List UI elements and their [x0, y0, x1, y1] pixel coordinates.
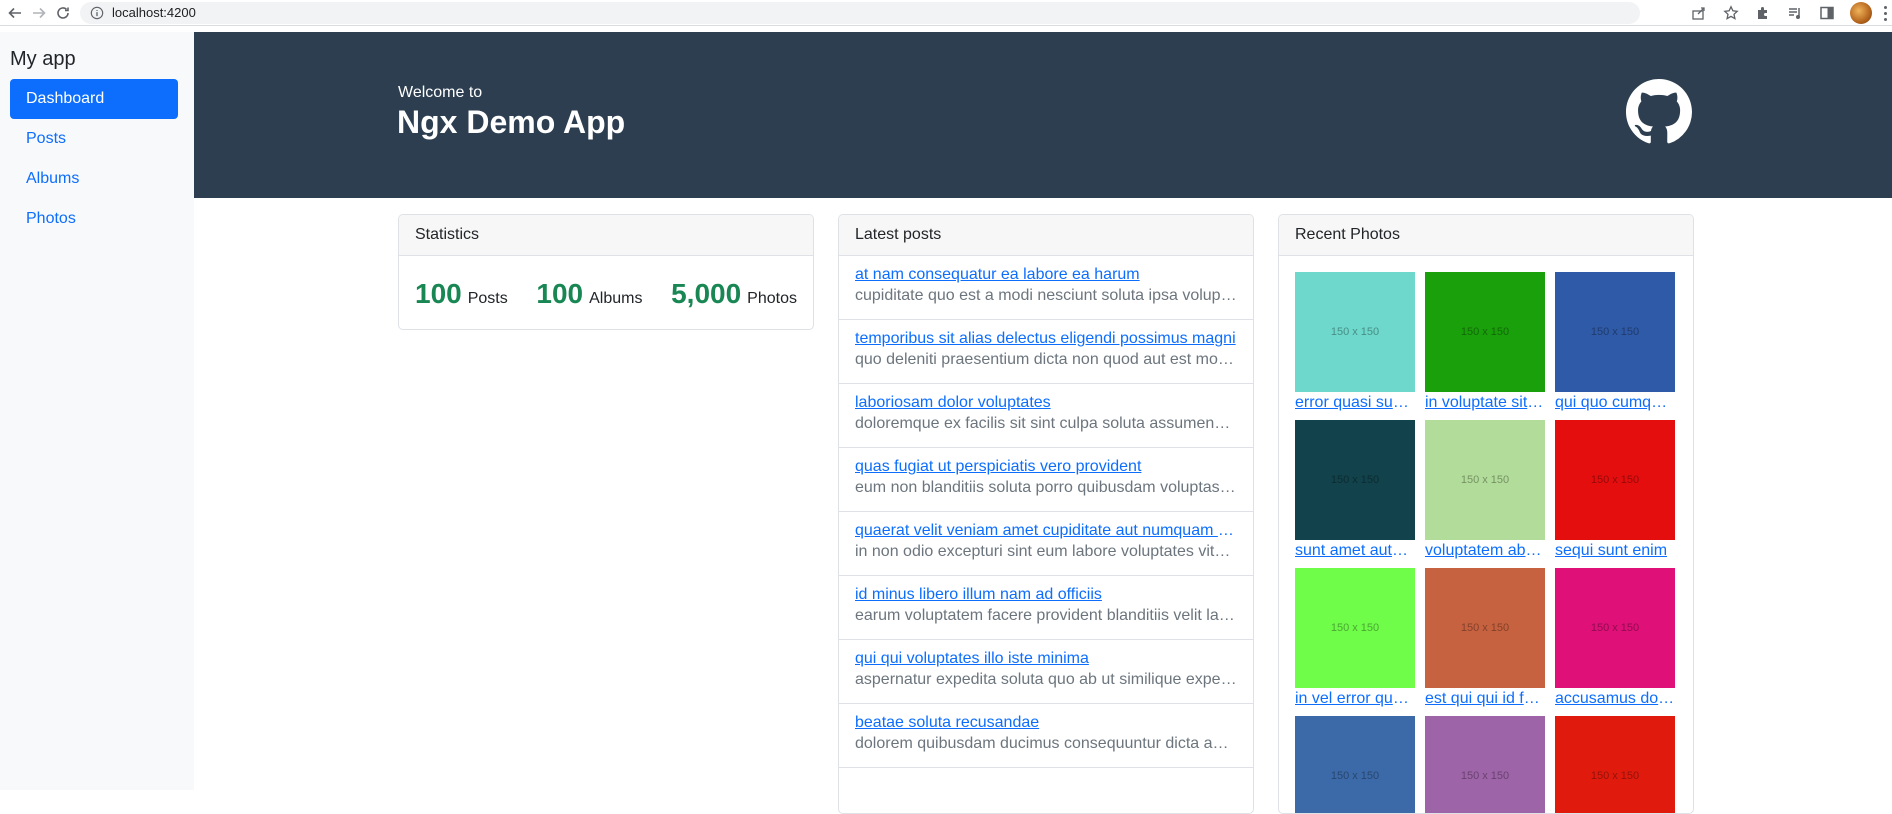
post-title-link[interactable]: at nam consequatur ea labore ea harum [855, 256, 1237, 284]
sidebar: My app Dashboard Posts Albums Photos [0, 32, 194, 790]
statistics-body: 100 Posts 100 Albums 5,000 Photos [399, 256, 813, 310]
photo-tile: 150 x 150 sunt amet autem quibusdam [1295, 420, 1415, 560]
list-item: at nam consequatur ea labore ea harum cu… [839, 256, 1253, 320]
post-excerpt: aspernatur expedita soluta quo ab ut sim… [855, 671, 1237, 688]
photo-grid: 150 x 150 error quasi sunt cupiditate vol… [1279, 256, 1693, 813]
list-item: quas fugiat ut perspiciatis vero provide… [839, 448, 1253, 512]
photo-caption-link[interactable]: sequi sunt enim [1555, 542, 1675, 560]
browser-toolbar: localhost:4200 [0, 0, 1892, 26]
photo-thumbnail[interactable]: 150 x 150 [1555, 568, 1675, 688]
stat-albums-value: 100 [536, 278, 584, 309]
statistics-card: Statistics 100 Posts 100 Albums 5,000 Ph… [398, 214, 814, 330]
latest-posts-card: Latest posts at nam consequatur ea labor… [838, 214, 1254, 814]
side-panel-icon[interactable] [1818, 4, 1836, 22]
list-item: qui qui voluptates illo iste minima aspe… [839, 640, 1253, 704]
photo-thumbnail[interactable]: 150 x 150 [1425, 420, 1545, 540]
list-item: id minus libero illum nam ad officiis ea… [839, 576, 1253, 640]
list-item: beatae soluta recusandae dolorem quibusd… [839, 704, 1253, 768]
list-item: quaerat velit veniam amet cupiditate aut… [839, 512, 1253, 576]
recent-photos-header: Recent Photos [1279, 215, 1693, 256]
profile-avatar[interactable] [1850, 2, 1872, 24]
star-icon[interactable] [1722, 4, 1740, 22]
post-excerpt: doloremque ex facilis sit sint culpa sol… [855, 415, 1237, 432]
photo-caption-link[interactable]: accusamus dolores [1555, 690, 1675, 708]
post-title-link[interactable]: quaerat velit veniam amet cupiditate aut… [855, 512, 1237, 540]
reload-icon[interactable] [54, 4, 72, 22]
photo-thumbnail[interactable]: 150 x 150 [1555, 716, 1675, 813]
hero-banner: Welcome to Ngx Demo App [194, 32, 1892, 198]
photo-thumbnail[interactable]: 150 x 150 [1425, 716, 1545, 813]
stat-posts-value: 100 [415, 278, 462, 309]
recent-photos-card: Recent Photos 150 x 150 error quasi sunt … [1278, 214, 1694, 814]
post-title-link[interactable]: temporibus sit alias delectus eligendi p… [855, 320, 1237, 348]
photo-thumbnail[interactable]: 150 x 150 [1295, 716, 1415, 813]
back-arrow-icon[interactable] [6, 4, 24, 22]
sidebar-item-posts[interactable]: Posts [10, 119, 178, 159]
list-item: temporibus sit alias delectus eligendi p… [839, 320, 1253, 384]
photo-thumbnail[interactable]: 150 x 150 [1425, 568, 1545, 688]
photo-caption-link[interactable]: est qui qui id facilis [1425, 690, 1545, 708]
photo-caption-link[interactable]: voluptatem ab quisquam [1425, 542, 1545, 560]
sidebar-item-albums[interactable]: Albums [10, 159, 178, 199]
photo-tile: 150 x 150 in vel error quaerat [1295, 568, 1415, 708]
sidebar-item-photos[interactable]: Photos [10, 199, 178, 239]
post-excerpt: in non odio excepturi sint eum labore vo… [855, 543, 1237, 560]
browser-menu-icon[interactable] [1882, 4, 1888, 22]
photo-tile: 150 x 150 voluptatem ab quisquam [1425, 420, 1545, 560]
post-excerpt: quo deleniti praesentium dicta non quod … [855, 351, 1237, 368]
sidebar-item-dashboard[interactable]: Dashboard [10, 79, 178, 119]
photo-tile: 150 x 150 error quasi sunt cupiditate vol… [1295, 272, 1415, 412]
post-excerpt: cupiditate quo est a modi nesciunt solut… [855, 287, 1237, 304]
share-icon[interactable] [1690, 4, 1708, 22]
latest-posts-header: Latest posts [839, 215, 1253, 256]
photo-thumbnail[interactable]: 150 x 150 [1295, 420, 1415, 540]
post-excerpt: dolorem quibusdam ducimus consequuntur d… [855, 735, 1237, 752]
address-bar[interactable]: localhost:4200 [80, 1, 1640, 24]
photo-caption-link[interactable]: qui quo cumque distinctio aut voluptas [1555, 394, 1675, 412]
stat-albums-label: Albums [589, 290, 643, 307]
post-title-link[interactable]: qui qui voluptates illo iste minima [855, 640, 1237, 668]
app-brand: My app [10, 48, 76, 70]
stat-photos: 5,000 Photos [671, 278, 797, 310]
forward-arrow-icon[interactable] [30, 4, 48, 22]
photo-caption-link[interactable]: in voluptate sit officia non nesciunt qu… [1425, 394, 1545, 412]
stat-photos-value: 5,000 [671, 278, 742, 309]
photo-thumbnail[interactable]: 150 x 150 [1555, 272, 1675, 392]
photo-tile: 150 x 150 qui quo cumque distinctio aut v… [1555, 272, 1675, 412]
photo-tile: 150 x 150 sequi sunt enim [1555, 420, 1675, 560]
photo-caption-link[interactable]: sunt amet autem quibusdam [1295, 542, 1415, 560]
stat-albums: 100 Albums [536, 278, 642, 310]
photo-thumbnail[interactable]: 150 x 150 [1555, 420, 1675, 540]
stat-posts: 100 Posts [415, 278, 508, 310]
statistics-header: Statistics [399, 215, 813, 256]
photo-tile: 150 x 150 accusamus dolores [1555, 568, 1675, 708]
photo-thumbnail[interactable]: 150 x 150 [1295, 568, 1415, 688]
post-title-link[interactable]: quas fugiat ut perspiciatis vero provide… [855, 448, 1237, 476]
stat-posts-label: Posts [467, 290, 508, 307]
photo-tile: 150 x 150 est qui qui id facilis [1425, 568, 1545, 708]
hero-title: Ngx Demo App [397, 104, 626, 140]
post-excerpt: eum non blanditiis soluta porro quibusda… [855, 479, 1237, 496]
site-info-icon[interactable] [90, 6, 104, 20]
photo-tile: 150 x 150 in voluptate sit officia non ne… [1425, 272, 1545, 412]
photo-caption-link[interactable]: in vel error quaerat [1295, 690, 1415, 708]
post-title-link[interactable]: laboriosam dolor voluptates [855, 384, 1237, 412]
post-title-link[interactable]: id minus libero illum nam ad officiis [855, 576, 1237, 604]
photo-tile: 150 x 150 [1295, 716, 1415, 813]
media-control-icon[interactable] [1786, 4, 1804, 22]
post-excerpt: earum voluptatem facere provident blandi… [855, 607, 1237, 624]
extensions-icon[interactable] [1754, 4, 1772, 22]
photo-thumbnail[interactable]: 150 x 150 [1295, 272, 1415, 392]
github-icon[interactable] [1626, 79, 1692, 145]
photo-caption-link[interactable]: error quasi sunt cupiditate voluptate ea… [1295, 394, 1415, 412]
url-text[interactable]: localhost:4200 [112, 5, 196, 20]
post-title-link[interactable]: beatae soluta recusandae [855, 704, 1237, 732]
list-item: laboriosam dolor voluptates doloremque e… [839, 384, 1253, 448]
photo-thumbnail[interactable]: 150 x 150 [1425, 272, 1545, 392]
photo-tile: 150 x 150 [1555, 716, 1675, 813]
hero-welcome-text: Welcome to [398, 84, 483, 101]
photo-tile: 150 x 150 [1425, 716, 1545, 813]
stat-photos-label: Photos [747, 290, 797, 307]
